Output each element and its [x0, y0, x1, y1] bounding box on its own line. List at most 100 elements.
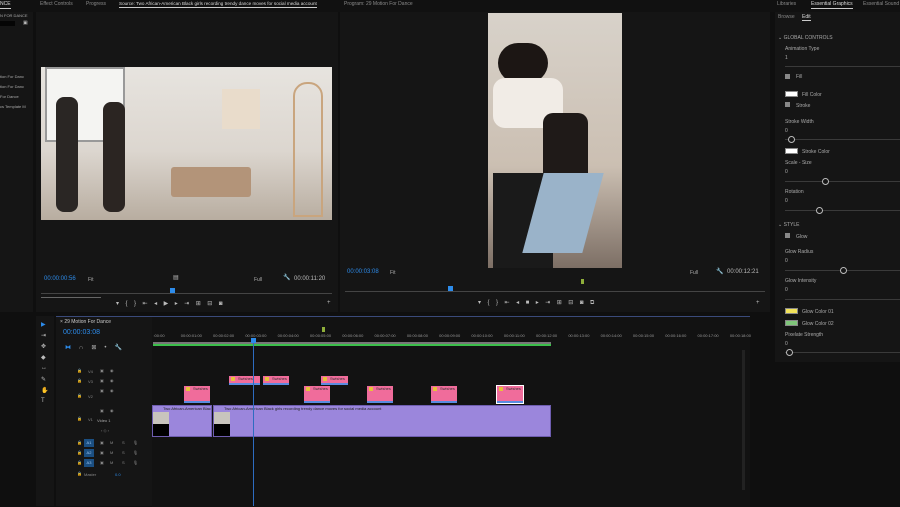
source-resolution-select[interactable]: Full [254, 277, 262, 283]
lock-icon[interactable]: 🔒 [77, 416, 82, 421]
graphic-clip[interactable]: Swishes [367, 386, 393, 403]
lock-icon[interactable]: 🔒 [77, 368, 82, 373]
source-zoom-scrollbar[interactable] [41, 297, 101, 298]
scale-size-slider[interactable] [785, 181, 900, 182]
source-zoom-select[interactable]: Fit [88, 277, 94, 283]
project-item[interactable]: cs Template M [0, 104, 26, 109]
pixelate-strength-knob[interactable] [786, 349, 793, 356]
source-transport-controls[interactable]: ▾{}⇤◂▶▸⇥⊞⊟◙ [116, 300, 276, 308]
lock-icon[interactable]: 🔒 [77, 450, 82, 455]
glow-color-2-swatch[interactable] [785, 320, 798, 326]
ripple-edit-tool-icon[interactable]: ✥ [41, 343, 46, 350]
lock-icon[interactable]: 🔒 [77, 378, 82, 383]
graphic-clip[interactable]: Swishes [263, 376, 289, 385]
insert-toggle-icon[interactable]: ▤ [173, 274, 179, 281]
marker-icon[interactable] [581, 279, 584, 284]
stroke-checkbox[interactable] [785, 102, 790, 107]
stroke-width-value[interactable]: 0 [785, 128, 788, 134]
scale-size-knob[interactable] [822, 178, 829, 185]
track-label[interactable]: V2 [88, 394, 93, 399]
track-target[interactable]: A2 [84, 449, 94, 457]
tab-effect-controls[interactable]: Effect Controls [40, 1, 73, 7]
rotation-slider[interactable] [785, 210, 900, 211]
keyframe-nav-icon[interactable]: ‹ ◇ › [101, 428, 109, 433]
add-button-icon[interactable]: + [327, 300, 331, 306]
overwrite-icon[interactable]: ⊟ [207, 301, 219, 307]
wrench-icon[interactable]: 🔧 [716, 268, 723, 275]
graphic-clip-selected[interactable]: Swishes [496, 385, 524, 404]
program-time-ruler[interactable] [345, 291, 765, 292]
program-zoom-select[interactable]: Fit [390, 270, 396, 276]
project-item[interactable]: For Dance [0, 94, 19, 99]
sync-icon[interactable]: ▣ [100, 378, 104, 383]
glow-checkbox[interactable] [785, 233, 790, 238]
go-to-in-icon[interactable]: ⇤ [505, 300, 517, 306]
timeline-playhead-line[interactable] [253, 343, 254, 506]
video-clip[interactable]: Two African-American Black girls recordi… [213, 405, 551, 437]
mute-button[interactable]: M [110, 440, 113, 445]
work-area-bar[interactable] [153, 342, 551, 346]
razor-tool-icon[interactable]: ◆ [41, 354, 46, 361]
solo-button[interactable]: S [122, 460, 125, 465]
add-marker-icon[interactable]: ⊠ [91, 345, 104, 351]
camera-icon[interactable]: ◙ [219, 301, 229, 307]
tab-libraries[interactable]: Libraries [777, 1, 796, 7]
compare-icon[interactable]: ⧉ [590, 300, 601, 306]
sync-icon[interactable]: ▣ [100, 368, 104, 373]
microphone-icon[interactable]: 🎙 [133, 440, 138, 445]
scale-size-value[interactable]: 0 [785, 169, 788, 175]
eye-icon[interactable]: ◉ [110, 408, 114, 413]
lift-icon[interactable]: ⊞ [557, 300, 569, 306]
mark-out-icon[interactable]: } [134, 301, 143, 307]
step-back-icon[interactable]: ◂ [516, 300, 526, 306]
camera-icon[interactable]: ◙ [580, 300, 590, 306]
tab-essential-graphics[interactable]: Essential Graphics [811, 1, 853, 9]
source-timecode[interactable]: 00:00:00:56 [44, 276, 76, 282]
graphic-clip[interactable]: Swishes [184, 386, 210, 403]
project-item[interactable]: tion For Danc [0, 84, 24, 89]
fill-color-swatch[interactable] [785, 91, 798, 97]
style-header[interactable]: ⌄ STYLE [778, 222, 799, 228]
marker-icon[interactable]: • [104, 345, 114, 351]
rotation-knob[interactable] [816, 207, 823, 214]
project-item[interactable]: tion For Danc [0, 74, 24, 79]
rotation-value[interactable]: 0 [785, 198, 788, 204]
extract-icon[interactable]: ⊟ [568, 300, 580, 306]
track-select-tool-icon[interactable]: ⇥ [41, 332, 46, 339]
step-forward-icon[interactable]: ▸ [536, 300, 546, 306]
go-to-out-icon[interactable]: ⇥ [545, 300, 557, 306]
animation-type-value[interactable]: 1 [785, 55, 788, 61]
global-controls-header[interactable]: ⌄ GLOBAL CONTROLS [778, 35, 833, 41]
source-playhead[interactable] [169, 288, 175, 293]
solo-button[interactable]: S [122, 450, 125, 455]
fill-checkbox[interactable] [785, 74, 790, 79]
tab-program[interactable]: Program: 29 Motion For Dance [344, 1, 413, 7]
program-transport-controls[interactable]: ▾{}⇤◂■▸⇥⊞⊟◙⧉ [478, 299, 658, 307]
sync-icon[interactable]: ▣ [100, 388, 104, 393]
mark-out-icon[interactable]: } [496, 300, 505, 306]
go-to-in-icon[interactable]: ⇤ [143, 301, 155, 307]
microphone-icon[interactable]: 🎙 [133, 460, 138, 465]
glow-intensity-slider[interactable] [785, 299, 900, 300]
project-search-input[interactable] [0, 21, 15, 26]
sequence-tab[interactable]: × 29 Motion For Dance [60, 319, 111, 325]
source-time-ruler[interactable] [41, 293, 332, 294]
linked-selection-icon[interactable]: ∩ [79, 345, 91, 351]
browse-tab[interactable]: Browse [778, 14, 795, 20]
animation-type-slider[interactable] [785, 66, 900, 67]
mark-in-icon[interactable]: { [126, 301, 135, 307]
solo-button[interactable]: S [122, 440, 125, 445]
step-back-icon[interactable]: ◂ [154, 301, 164, 307]
slip-tool-icon[interactable]: ↔ [41, 365, 47, 371]
hand-tool-icon[interactable]: ✋ [41, 387, 48, 394]
sync-icon[interactable]: ▣ [100, 408, 104, 413]
mute-button[interactable]: M [110, 450, 113, 455]
settings-wrench-icon[interactable]: 🔧 [114, 345, 129, 351]
sync-icon[interactable]: ▣ [100, 460, 104, 465]
eye-icon[interactable]: ◉ [110, 388, 114, 393]
lock-icon[interactable]: 🔒 [77, 393, 82, 398]
glow-radius-knob[interactable] [840, 267, 847, 274]
stroke-width-slider[interactable] [785, 139, 900, 140]
track-label[interactable]: V1 [88, 417, 93, 422]
sync-icon[interactable]: ▣ [100, 450, 104, 455]
